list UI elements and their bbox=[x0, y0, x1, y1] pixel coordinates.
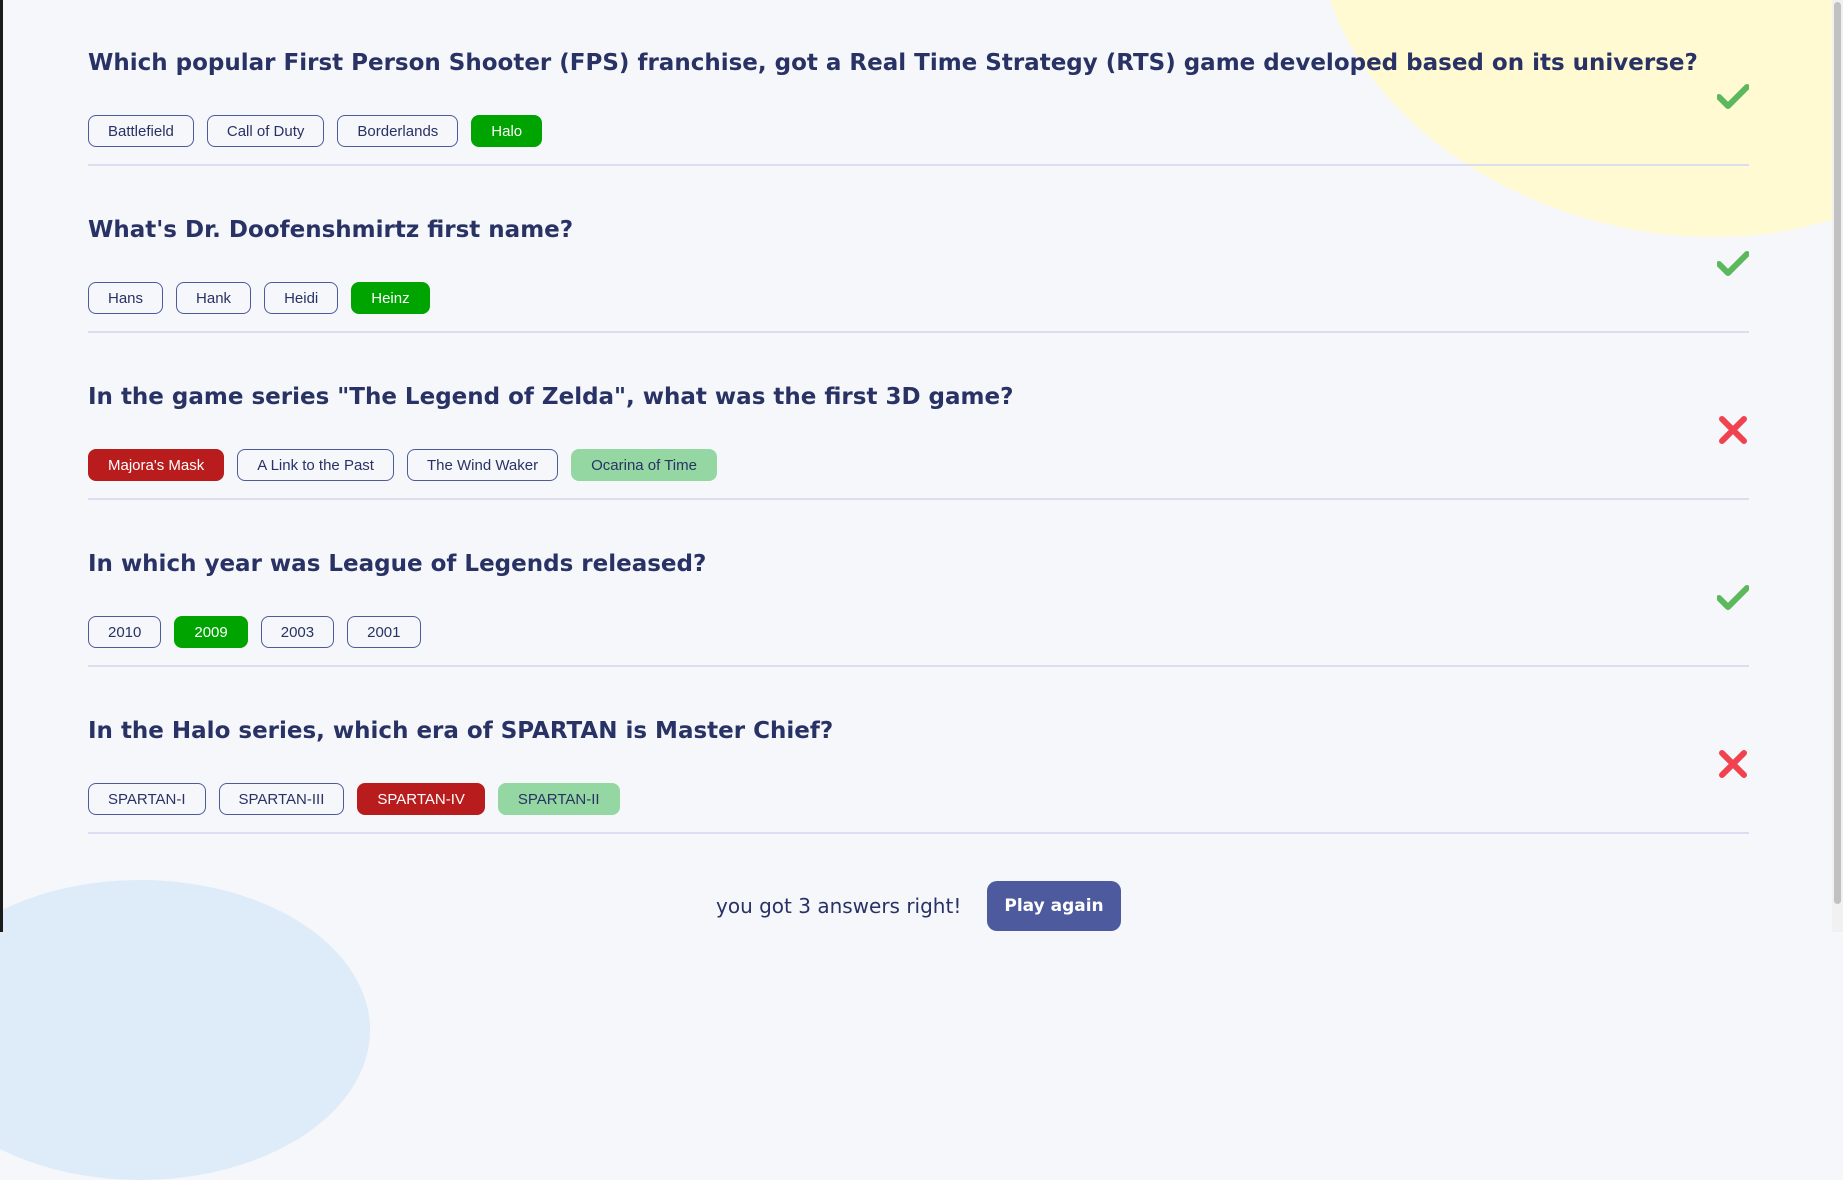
answer-option[interactable]: SPARTAN-III bbox=[218, 783, 345, 815]
answer-option[interactable]: Call of Duty bbox=[206, 115, 325, 147]
question-text: Which popular First Person Shooter (FPS)… bbox=[88, 50, 1698, 76]
answer-option[interactable]: SPARTAN-IV bbox=[357, 783, 485, 815]
cross-icon bbox=[1719, 416, 1747, 444]
window-left-edge bbox=[0, 0, 3, 932]
question-block: In which year was League of Legends rele… bbox=[88, 501, 1749, 667]
answer-option[interactable]: Majora's Mask bbox=[88, 449, 225, 481]
answer-option[interactable]: Borderlands bbox=[337, 115, 459, 147]
results-footer: you got 3 answers right! Play again bbox=[0, 880, 1843, 932]
answer-option[interactable]: The Wind Waker bbox=[406, 449, 559, 481]
score-text: you got 3 answers right! bbox=[716, 894, 962, 918]
answer-option[interactable]: SPARTAN-I bbox=[88, 783, 206, 815]
answer-option[interactable]: Hank bbox=[176, 282, 252, 314]
answer-option[interactable]: Battlefield bbox=[88, 115, 194, 147]
answer-option[interactable]: 2001 bbox=[347, 616, 421, 648]
question-text: In which year was League of Legends rele… bbox=[88, 551, 707, 577]
question-text: What's Dr. Doofenshmirtz first name? bbox=[88, 217, 574, 243]
answer-option[interactable]: Halo bbox=[471, 115, 543, 147]
play-again-button[interactable]: Play again bbox=[987, 881, 1121, 931]
answer-options: Battlefield Call of Duty Borderlands Halo bbox=[88, 115, 543, 147]
answer-options: Hans Hank Heidi Heinz bbox=[88, 282, 430, 314]
answer-option[interactable]: SPARTAN-II bbox=[497, 783, 620, 815]
question-block: Which popular First Person Shooter (FPS)… bbox=[88, 0, 1749, 166]
question-block: In the game series "The Legend of Zelda"… bbox=[88, 334, 1749, 500]
scrollbar-thumb[interactable] bbox=[1834, 2, 1841, 904]
cross-icon bbox=[1719, 750, 1747, 778]
answer-options: Majora's Mask A Link to the Past The Wind … bbox=[88, 449, 717, 481]
check-icon bbox=[1717, 84, 1749, 109]
question-block: What's Dr. Doofenshmirtz first name? Hans… bbox=[88, 167, 1749, 333]
vertical-scrollbar[interactable] bbox=[1832, 0, 1843, 932]
quiz-results-list: Which popular First Person Shooter (FPS)… bbox=[88, 0, 1749, 834]
check-icon bbox=[1717, 585, 1749, 610]
answer-option[interactable]: Ocarina of Time bbox=[571, 449, 717, 481]
question-block: In the Halo series, which era of SPARTAN… bbox=[88, 668, 1749, 834]
check-icon bbox=[1717, 251, 1749, 276]
question-text: In the game series "The Legend of Zelda"… bbox=[88, 384, 1014, 410]
answer-option[interactable]: A Link to the Past bbox=[237, 449, 394, 481]
answer-option[interactable]: Heidi bbox=[264, 282, 339, 314]
answer-option[interactable]: Hans bbox=[88, 282, 164, 314]
answer-option[interactable]: 2003 bbox=[260, 616, 335, 648]
answer-options: 2010 2009 2003 2001 bbox=[88, 616, 421, 648]
answer-option[interactable]: 2010 bbox=[88, 616, 162, 648]
answer-option[interactable]: 2009 bbox=[174, 616, 248, 648]
question-text: In the Halo series, which era of SPARTAN… bbox=[88, 718, 834, 744]
answer-options: SPARTAN-I SPARTAN-III SPARTAN-IV SPARTAN-II bbox=[88, 783, 620, 815]
answer-option[interactable]: Heinz bbox=[351, 282, 430, 314]
